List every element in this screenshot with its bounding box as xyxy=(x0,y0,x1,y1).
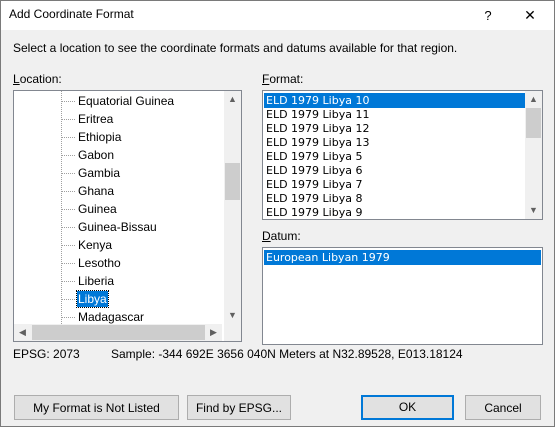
location-tree-item-label: Gabon xyxy=(78,148,115,162)
ok-button[interactable]: OK xyxy=(361,395,454,420)
format-list[interactable]: ELD 1979 Libya 10 ELD 1979 Libya 11 ELD 19… xyxy=(262,90,543,220)
location-tree-scroll-thumb[interactable] xyxy=(225,163,240,200)
tree-connector-line xyxy=(62,137,75,138)
tree-connector-line xyxy=(62,209,75,210)
scroll-down-arrow-icon[interactable]: ▼ xyxy=(525,202,542,219)
find-by-epsg-button[interactable]: Find by EPSG... xyxy=(187,395,291,420)
tree-connector-line xyxy=(62,281,75,282)
scroll-up-arrow-icon[interactable]: ▲ xyxy=(224,91,241,108)
location-tree-item-label: Madagascar xyxy=(78,310,145,324)
location-label-accelerator: L xyxy=(13,72,20,86)
tree-connector-line xyxy=(62,227,75,228)
scroll-up-arrow-icon[interactable]: ▲ xyxy=(525,91,542,108)
tree-connector-line xyxy=(62,119,75,120)
format-list-scroll-thumb[interactable] xyxy=(526,108,541,138)
location-tree-item-label: Liberia xyxy=(78,274,115,288)
datum-label: Datum: xyxy=(262,229,301,243)
format-list-item[interactable]: ELD 1979 Libya 11 xyxy=(264,107,525,122)
title-bar: Add Coordinate Format ? ✕ xyxy=(1,1,554,30)
location-tree-hscroll-thumb[interactable] xyxy=(32,325,205,340)
close-button[interactable]: ✕ xyxy=(508,1,552,30)
location-tree-item-label: Kenya xyxy=(78,238,113,252)
location-tree-item-label: Lesotho xyxy=(78,256,121,270)
location-tree-vertical-scrollbar[interactable]: ▲ ▼ xyxy=(224,91,241,324)
format-list-item[interactable]: ELD 1979 Libya 10 xyxy=(264,93,525,108)
format-list-item[interactable]: ELD 1979 Libya 7 xyxy=(264,177,525,192)
add-coordinate-format-dialog: Add Coordinate Format ? ✕ Select a locat… xyxy=(0,0,555,427)
tree-connector-line xyxy=(61,91,62,324)
location-tree-items: Equatorial Guinea Eritrea Ethiopia Gabon Gam… xyxy=(14,91,221,324)
instructions-text: Select a location to see the coordinate … xyxy=(13,41,458,55)
tree-connector-line xyxy=(62,299,75,300)
scroll-right-arrow-icon[interactable]: ▶ xyxy=(205,324,222,341)
format-not-listed-button[interactable]: My Format is Not Listed xyxy=(14,395,179,420)
location-tree-item-label: Guinea-Bissau xyxy=(78,220,157,234)
tree-connector-line xyxy=(62,263,75,264)
epsg-code: EPSG: 2073 xyxy=(13,347,80,361)
format-list-item[interactable]: ELD 1979 Libya 13 xyxy=(264,135,525,150)
format-list-item[interactable]: ELD 1979 Libya 6 xyxy=(264,163,525,178)
format-list-item[interactable]: ELD 1979 Libya 9 xyxy=(264,205,525,219)
datum-list-item[interactable]: European Libyan 1979 xyxy=(264,250,541,265)
cancel-button[interactable]: Cancel xyxy=(465,395,541,420)
location-tree-item-label: Gambia xyxy=(78,166,121,180)
datum-list[interactable]: European Libyan 1979 xyxy=(262,247,543,345)
location-label: Location: xyxy=(13,72,62,86)
location-tree-horizontal-scrollbar[interactable]: ◀ ▶ xyxy=(14,324,222,341)
tree-connector-line xyxy=(62,101,75,102)
scroll-left-arrow-icon[interactable]: ◀ xyxy=(14,324,31,341)
datum-label-text: atum: xyxy=(270,229,301,243)
scrollbar-corner xyxy=(224,324,241,341)
format-list-vertical-scrollbar[interactable]: ▲ ▼ xyxy=(525,91,542,219)
location-tree-item-label: Equatorial Guinea xyxy=(78,94,175,108)
format-label-text: ormat: xyxy=(269,72,304,86)
tree-connector-line xyxy=(62,155,75,156)
location-tree[interactable]: Equatorial Guinea Eritrea Ethiopia Gabon Gam… xyxy=(13,90,242,342)
location-tree-item-label: Guinea xyxy=(78,202,117,216)
sample-coordinate: Sample: -344 692E 3656 040N Meters at N3… xyxy=(111,347,463,361)
location-tree-item-label: Ghana xyxy=(78,184,115,198)
format-list-item[interactable]: ELD 1979 Libya 12 xyxy=(264,121,525,136)
tree-connector-line xyxy=(62,245,75,246)
tree-connector-line xyxy=(62,191,75,192)
window-title: Add Coordinate Format xyxy=(9,7,134,21)
scroll-down-arrow-icon[interactable]: ▼ xyxy=(224,307,241,324)
location-label-text: ocation: xyxy=(19,72,62,86)
format-label: Format: xyxy=(262,72,303,86)
tree-connector-line xyxy=(62,317,75,318)
format-list-item[interactable]: ELD 1979 Libya 5 xyxy=(264,149,525,164)
location-tree-item-label: Ethiopia xyxy=(78,130,122,144)
tree-connector-line xyxy=(62,173,75,174)
help-button[interactable]: ? xyxy=(471,1,505,30)
location-tree-item-label: Eritrea xyxy=(78,112,114,126)
location-tree-item-label: Libya xyxy=(76,290,109,308)
format-list-item[interactable]: ELD 1979 Libya 8 xyxy=(264,191,525,206)
datum-label-accelerator: D xyxy=(262,229,271,243)
